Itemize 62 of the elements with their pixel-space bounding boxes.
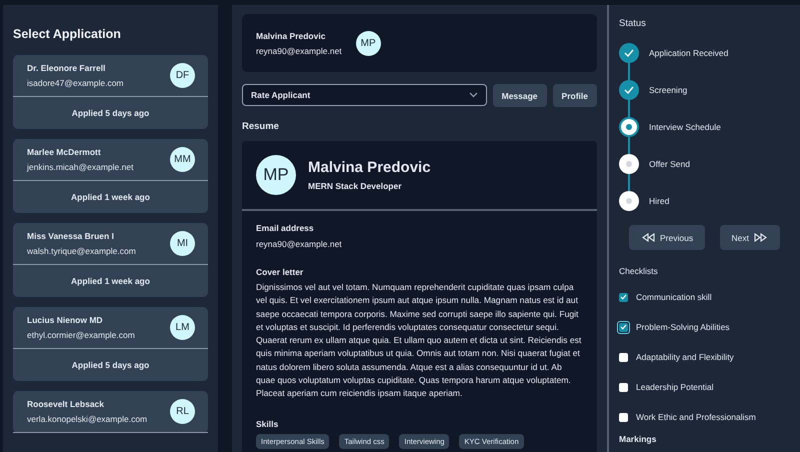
applicant-name: Marlee McDermott: [27, 147, 102, 157]
applicant-name: Lucius Nienow MD: [27, 315, 104, 325]
checklist-label: Adaptability and Flexibility: [636, 352, 734, 362]
step-label: Interview Schedule: [649, 122, 721, 132]
applicant-email: jenkins.micah@example.net: [27, 162, 134, 172]
checklist-label: Leadership Potential: [636, 382, 714, 392]
previous-button[interactable]: Previous: [629, 225, 706, 250]
section-title: Resume: [242, 121, 280, 132]
applicant-email: walsh.tyrique@example.com: [27, 246, 136, 256]
applicant-email: reyna90@example.net: [256, 46, 342, 56]
checklist-label: Work Ethic and Professionalism: [636, 412, 756, 422]
applied-time: Applied 5 days ago: [72, 108, 150, 118]
step-label: Hired: [649, 196, 670, 206]
rewind-icon: [641, 233, 655, 242]
section-title: Markings: [619, 434, 658, 444]
field-label: Cover letter: [256, 267, 304, 277]
applied-time: Applied 5 days ago: [72, 360, 150, 370]
chevron-down-icon: [468, 92, 478, 98]
section-title: Status: [619, 18, 647, 29]
avatar: MM: [170, 147, 195, 172]
checkbox[interactable]: [619, 292, 628, 302]
step-label: Offer Send: [649, 158, 690, 168]
avatar: MI: [170, 231, 195, 256]
checkbox[interactable]: [619, 382, 628, 392]
application-card[interactable]: Miss Vanessa Bruen I walsh.tyrique@example.com MI Applied 1 week ago: [13, 223, 208, 297]
checkbox[interactable]: [619, 412, 628, 422]
avatar: MP: [256, 155, 296, 195]
applicant-email: verla.konopelski@example.com: [27, 414, 148, 424]
section-title: Checklists: [619, 266, 659, 276]
applicant-name: Miss Vanessa Bruen I: [27, 231, 115, 241]
applicant-email: isadore47@example.com: [27, 78, 124, 88]
application-card[interactable]: Roosevelt Lebsack verla.konopelski@example.com RL: [13, 391, 208, 433]
application-card[interactable]: Dr. Eleonore Farrell isadore47@example.com DF Applied 5 days ago: [13, 55, 208, 129]
panel-title: Select Application: [13, 27, 122, 41]
applicant-name: Dr. Eleonore Farrell: [27, 63, 106, 73]
application-card[interactable]: Lucius Nienow MD ethyl.cormier@example.com LM Applied 5 days ago: [13, 307, 208, 381]
field-label: Skills: [256, 418, 280, 429]
candidate-name: Malvina Predovic: [308, 159, 431, 176]
cover-letter-text: Dignissimos vel aut vel totam. Numquam reprehenderit cupiditate quas ipsam culpa vel quis. Et vel exercitationem ipsum aut atque ipsum nulla. Magnam natus est id aut saepe occaecati tempora corporis. Maxime sed corrupti saepe illo sapiente qui. Fugit et voluptas et suscipit. Id perferendis voluptates consequatur consectetur sequi. Quaerat rerum ex ullam atque quia. Et ullam quo autem et dicta ut sint. Reiciendis est quis minima aperiam voluptatibus ut quia. Omnis aut totam non. Nisi quaerat fugiat et natus dolorem libero soluta assumenda. Atque est a alias consequuntur id ut. Ab quae quos voluptatum voluptas cupiditate. Quas tempora harum atque voluptatem. Placeat aperiam cum reiciendis ipsam itaque aperiam.: [256, 281, 582, 400]
avatar: DF: [170, 63, 195, 88]
applicant-email: ethyl.cormier@example.com: [27, 330, 135, 340]
applied-time: Applied 1 week ago: [71, 192, 150, 202]
step-label: Application Received: [649, 48, 728, 58]
avatar: RL: [170, 399, 195, 424]
applicant-name: Roosevelt Lebsack: [27, 399, 106, 409]
applied-time: Applied 1 week ago: [71, 276, 150, 286]
field-label: Email address: [256, 223, 315, 233]
action-button[interactable]: Message: [492, 84, 547, 107]
candidate-role: MERN Stack Developer: [308, 181, 403, 191]
avatar: LM: [170, 315, 195, 340]
action-button[interactable]: Profile: [552, 84, 597, 107]
email-value: reyna90@example.net: [256, 239, 343, 249]
avatar: MP: [356, 30, 381, 56]
next-button[interactable]: Next: [720, 225, 780, 250]
rate-select[interactable]: Rate Applicant: [242, 84, 487, 106]
application-card[interactable]: Marlee McDermott jenkins.micah@example.net MM Applied 1 week ago: [13, 139, 208, 213]
step-label: Screening: [649, 84, 688, 94]
fast-forward-icon: [754, 233, 768, 242]
applicant-name: Malvina Predovic: [256, 30, 326, 40]
checklist-label: Communication skill: [636, 292, 712, 302]
checklist-label: Problem-Solving Abilities: [636, 322, 730, 332]
checkbox[interactable]: [619, 352, 628, 362]
